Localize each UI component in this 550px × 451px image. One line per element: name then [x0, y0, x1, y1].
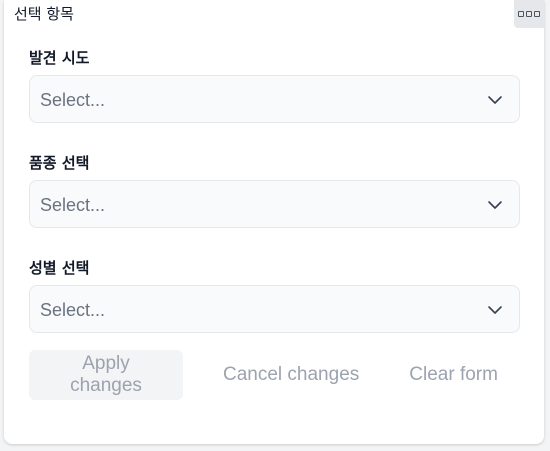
panel-title: 선택 항목 [14, 5, 74, 23]
field-sex: 성별 선택 Select... [29, 258, 520, 333]
breed-select[interactable]: Select... [29, 180, 520, 228]
more-options-icon [534, 11, 540, 17]
select-placeholder: Select... [40, 300, 106, 320]
form-actions: Apply changes Cancel changes Clear form [29, 350, 513, 400]
chevron-down-icon [488, 201, 502, 209]
field-breed: 품종 선택 Select... [29, 153, 520, 228]
field-province: 발견 시도 Select... [29, 48, 520, 123]
cancel-changes-button[interactable]: Cancel changes [208, 350, 374, 400]
more-options-icon [526, 11, 532, 17]
select-placeholder: Select... [40, 195, 106, 215]
chevron-down-icon [488, 306, 502, 314]
selection-panel: 선택 항목 발견 시도 Select... 품종 선택 Select... 성별… [4, 0, 544, 444]
province-select[interactable]: Select... [29, 75, 520, 123]
more-options-icon [518, 11, 524, 17]
field-label-province: 발견 시도 [29, 49, 90, 67]
chevron-down-icon [488, 96, 502, 104]
clear-form-button[interactable]: Clear form [394, 350, 513, 400]
more-options-button[interactable] [514, 0, 544, 28]
apply-changes-button[interactable]: Apply changes [29, 350, 183, 400]
field-label-breed: 품종 선택 [29, 154, 90, 172]
sex-select[interactable]: Select... [29, 285, 520, 333]
field-label-sex: 성별 선택 [29, 259, 90, 277]
select-placeholder: Select... [40, 90, 106, 110]
